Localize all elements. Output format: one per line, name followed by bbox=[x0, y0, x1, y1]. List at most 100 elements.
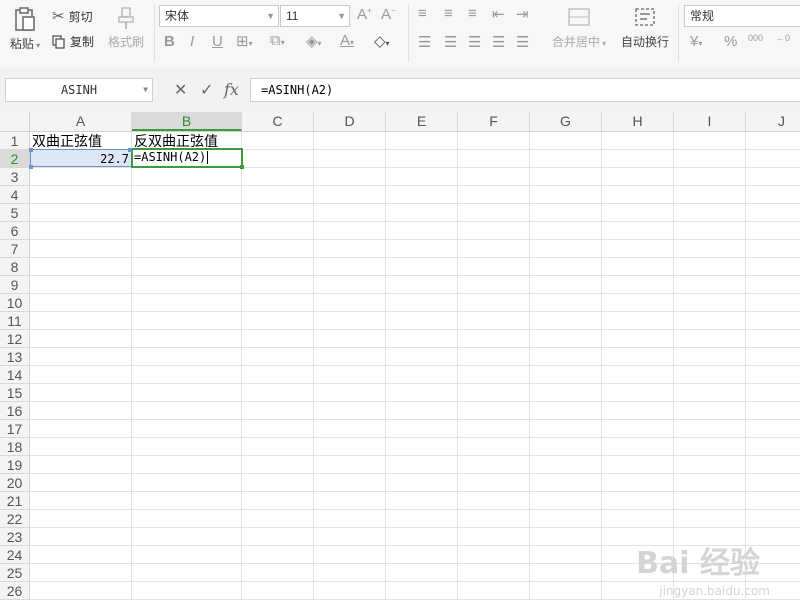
row-header-5[interactable]: 5 bbox=[0, 204, 30, 222]
selection-handle[interactable] bbox=[128, 148, 132, 152]
column-header-c[interactable]: C bbox=[242, 112, 314, 131]
name-box[interactable]: ASINH ▼ bbox=[5, 78, 153, 102]
row-header-12[interactable]: 12 bbox=[0, 330, 30, 348]
format-painter-button[interactable]: 格式刷 bbox=[104, 6, 148, 50]
row-header-24[interactable]: 24 bbox=[0, 546, 30, 564]
align-center-icon[interactable]: ☰ bbox=[444, 33, 457, 51]
selection-handle[interactable] bbox=[29, 165, 33, 169]
row-header-14[interactable]: 14 bbox=[0, 366, 30, 384]
paste-button[interactable]: 粘贴 ▾ bbox=[6, 6, 44, 52]
row-header-11[interactable]: 11 bbox=[0, 312, 30, 330]
eraser-icon[interactable]: ◇▾ bbox=[374, 32, 390, 50]
formula-input[interactable]: =ASINH(A2) bbox=[250, 78, 800, 102]
column-header-g[interactable]: G bbox=[530, 112, 602, 131]
decrease-font-icon[interactable]: A− bbox=[381, 6, 396, 23]
ribbon-toolbar: 粘贴 ▾ ✂ 剪切 复制 格式刷 宋体 ▼ 11 ▼ A+ A− B I U ⊞… bbox=[0, 0, 800, 69]
column-header-d[interactable]: D bbox=[314, 112, 386, 131]
grid-row-line bbox=[30, 491, 800, 492]
chevron-down-icon: ▼ bbox=[266, 11, 275, 21]
percent-icon[interactable]: % bbox=[724, 33, 737, 50]
baidu-watermark: Bai 经验 bbox=[636, 546, 760, 581]
row-header-2[interactable]: 2 bbox=[0, 150, 30, 168]
row-header-26[interactable]: 26 bbox=[0, 582, 30, 600]
align-top-icon[interactable]: ≡ bbox=[418, 5, 427, 22]
row-header-23[interactable]: 23 bbox=[0, 528, 30, 546]
cell-a2[interactable]: 22.7 bbox=[30, 149, 132, 167]
copy-label: 复制 bbox=[70, 35, 95, 49]
wrap-text-icon bbox=[635, 8, 655, 26]
justify-icon[interactable]: ☰ bbox=[492, 33, 505, 51]
divider bbox=[408, 4, 409, 62]
decimal-icon[interactable]: ←0 bbox=[776, 33, 790, 43]
italic-icon[interactable]: I bbox=[190, 33, 194, 50]
row-header-16[interactable]: 16 bbox=[0, 402, 30, 420]
column-header-e[interactable]: E bbox=[386, 112, 458, 131]
row-header-8[interactable]: 8 bbox=[0, 258, 30, 276]
insert-function-icon[interactable]: fx bbox=[224, 80, 239, 99]
distributed-icon[interactable]: ☰ bbox=[516, 33, 529, 51]
column-header-h[interactable]: H bbox=[602, 112, 674, 131]
font-size-select[interactable]: 11 ▼ bbox=[280, 5, 350, 27]
borders-icon[interactable]: ⊞▾ bbox=[236, 32, 253, 50]
thousands-icon[interactable]: 000 bbox=[748, 33, 763, 43]
font-size-value: 11 bbox=[286, 9, 299, 23]
row-header-20[interactable]: 20 bbox=[0, 474, 30, 492]
grid-row-line bbox=[30, 239, 800, 240]
grid-row-line bbox=[30, 455, 800, 456]
cell-b2-editing[interactable]: =ASINH(A2) bbox=[131, 148, 243, 168]
column-header-b[interactable]: B bbox=[132, 112, 242, 131]
currency-icon[interactable]: ¥▾ bbox=[690, 33, 702, 50]
align-left-icon[interactable]: ☰ bbox=[418, 33, 431, 51]
row-header-15[interactable]: 15 bbox=[0, 384, 30, 402]
align-bottom-icon[interactable]: ≡ bbox=[468, 5, 477, 22]
row-header-3[interactable]: 3 bbox=[0, 168, 30, 186]
cancel-icon[interactable]: ✕ bbox=[174, 80, 187, 100]
column-header-a[interactable]: A bbox=[30, 112, 132, 131]
font-name-select[interactable]: 宋体 ▼ bbox=[159, 5, 279, 27]
indent-decrease-icon[interactable]: ⇤ bbox=[492, 5, 505, 23]
indent-increase-icon[interactable]: ⇥ bbox=[516, 5, 529, 23]
row-header-17[interactable]: 17 bbox=[0, 420, 30, 438]
wrap-label: 自动换行 bbox=[620, 35, 669, 49]
fill-color-icon[interactable]: ◈▾ bbox=[306, 32, 322, 50]
row-header-25[interactable]: 25 bbox=[0, 564, 30, 582]
column-header-i[interactable]: I bbox=[674, 112, 746, 131]
underline-icon[interactable]: U bbox=[212, 33, 223, 50]
selection-handle[interactable] bbox=[29, 148, 33, 152]
formula-bar: ASINH ▼ ✕ ✓ fx =ASINH(A2) bbox=[0, 68, 800, 113]
row-header-9[interactable]: 9 bbox=[0, 276, 30, 294]
row-header-4[interactable]: 4 bbox=[0, 186, 30, 204]
align-middle-icon[interactable]: ≡ bbox=[444, 5, 453, 22]
spreadsheet-grid[interactable]: ABCDEFGHIJ 1 2 3 4 5 6 7 8 9 10 11 12 13 14 15 16 17 18 19… bbox=[0, 112, 800, 600]
select-all-corner[interactable] bbox=[0, 112, 30, 131]
number-format-select[interactable]: 常规 bbox=[684, 5, 800, 27]
increase-font-icon[interactable]: A+ bbox=[357, 6, 372, 23]
grid-row-line bbox=[30, 257, 800, 258]
copy-button[interactable]: 复制 bbox=[52, 33, 94, 50]
font-color-icon[interactable]: A▾ bbox=[340, 32, 354, 49]
cell-a1[interactable]: 双曲正弦值 bbox=[32, 132, 102, 150]
row-header-22[interactable]: 22 bbox=[0, 510, 30, 528]
confirm-icon[interactable]: ✓ bbox=[200, 80, 213, 100]
bold-icon[interactable]: B bbox=[164, 33, 175, 50]
grid-row-line bbox=[30, 419, 800, 420]
cell-style-icon[interactable]: ⧉▾ bbox=[270, 32, 285, 49]
wrap-text-button[interactable]: 自动换行 bbox=[618, 8, 672, 50]
divider bbox=[154, 4, 155, 62]
row-header-18[interactable]: 18 bbox=[0, 438, 30, 456]
merge-center-button[interactable]: 合并居中 ▾ bbox=[548, 8, 610, 50]
cut-button[interactable]: ✂ 剪切 bbox=[52, 7, 93, 25]
row-header-10[interactable]: 10 bbox=[0, 294, 30, 312]
row-header-7[interactable]: 7 bbox=[0, 240, 30, 258]
row-header-6[interactable]: 6 bbox=[0, 222, 30, 240]
align-right-icon[interactable]: ☰ bbox=[468, 33, 481, 51]
row-header-21[interactable]: 21 bbox=[0, 492, 30, 510]
merge-cells-icon bbox=[568, 8, 590, 26]
row-header-13[interactable]: 13 bbox=[0, 348, 30, 366]
grid-row-line bbox=[30, 383, 800, 384]
row-header-1[interactable]: 1 bbox=[0, 132, 30, 150]
column-header-j[interactable]: J bbox=[746, 112, 800, 131]
row-header-19[interactable]: 19 bbox=[0, 456, 30, 474]
column-header-f[interactable]: F bbox=[458, 112, 530, 131]
fill-handle[interactable] bbox=[240, 165, 244, 169]
